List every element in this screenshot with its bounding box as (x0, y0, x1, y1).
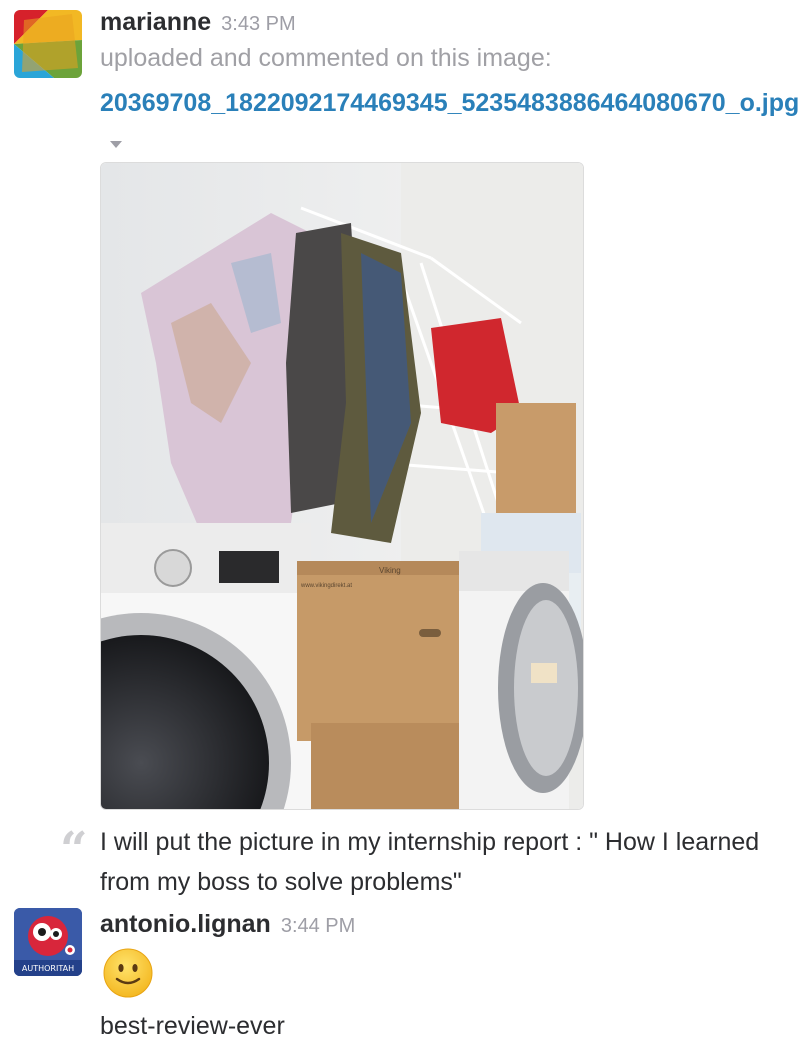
timestamp[interactable]: 3:43 PM (221, 13, 295, 35)
file-comment: I will put the picture in my internship … (100, 828, 760, 896)
file-name-link[interactable]: 20369708_1822092174469345_52354838864640… (100, 83, 800, 163)
chevron-down-icon[interactable] (110, 140, 122, 148)
username[interactable]: marianne (100, 8, 211, 36)
slightly-smiling-face-icon (103, 948, 153, 998)
quote-icon: “ (60, 822, 88, 878)
user-avatar-antonio[interactable]: AUTHORITAH (14, 908, 82, 976)
message-text: best-review-ever (100, 1012, 285, 1040)
upload-action-text: uploaded and commented on this image: (100, 44, 552, 72)
timestamp[interactable]: 3:44 PM (281, 915, 355, 937)
box-label-url: www.vikingdirekt.at (300, 583, 352, 589)
marianne-avatar-icon (14, 10, 82, 78)
laundry-room-photo: Viking www.vikingdirekt.at (101, 163, 583, 809)
avatar-text: AUTHORITAH (21, 964, 75, 973)
message-header: marianne 3:43 PM (100, 8, 296, 37)
box-label-viking: Viking (379, 566, 401, 575)
message-header: antonio.lignan 3:44 PM (100, 910, 355, 939)
uploaded-image[interactable]: Viking www.vikingdirekt.at (100, 162, 584, 810)
username[interactable]: antonio.lignan (100, 910, 271, 938)
file-name[interactable]: 20369708_1822092174469345_52354838864640… (100, 89, 799, 117)
user-avatar-marianne[interactable] (14, 10, 82, 78)
